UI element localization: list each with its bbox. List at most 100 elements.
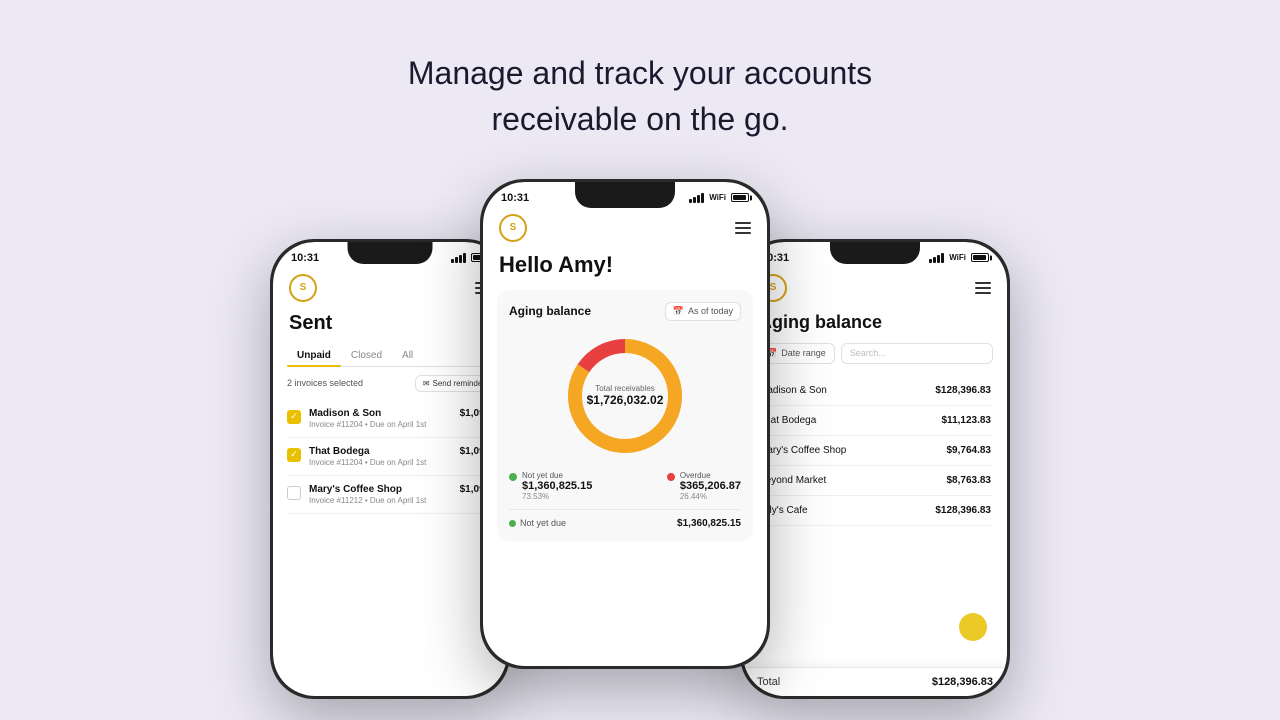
as-of-badge: 📅 As of today [665, 302, 741, 321]
reminder-icon: ✉ [423, 379, 430, 388]
greeting-text: Hello Amy! [497, 252, 753, 278]
total-bar: Total $128,396.83 [743, 667, 1007, 696]
aging-header: Aging balance 📅 As of today [509, 302, 741, 321]
left-phone: 10:31 S [270, 239, 510, 699]
invoice-info-1: Madison & Son Invoice #11204 • Due on Ap… [309, 408, 452, 429]
left-time: 10:31 [291, 252, 319, 264]
center-logo-icon: S [499, 214, 527, 242]
right-notch [830, 242, 920, 264]
legend-text-2: Overdue $365,206.87 26.44% [680, 471, 741, 501]
search-input[interactable]: Search... [841, 343, 993, 364]
right-status-icons: WiFi [929, 253, 989, 263]
search-placeholder: Search... [850, 348, 886, 358]
total-label: Total [757, 676, 780, 688]
right-app-content: S Aging balance 📅 Date range Search... [743, 266, 1007, 526]
calendar-icon: 📅 [673, 306, 684, 317]
left-logo-icon: S [289, 274, 317, 302]
invoice-info-3: Mary's Coffee Shop Invoice #11212 • Due … [309, 484, 452, 505]
center-time: 10:31 [501, 192, 529, 204]
client-amount-5: $128,396.83 [935, 505, 991, 516]
tab-unpaid[interactable]: Unpaid [287, 345, 341, 366]
balance-summary-row: Not yet due $1,360,825.15 [509, 509, 741, 529]
invoice-name-1: Madison & Son [309, 408, 452, 419]
center-logo-bar: S [497, 214, 753, 242]
invoice-item-1: Madison & Son Invoice #11204 • Due on Ap… [287, 400, 493, 438]
phones-container: 10:31 S [0, 179, 1280, 699]
left-notch [348, 242, 433, 264]
legend-dot-green [509, 473, 517, 481]
reminder-label: Send reminder [433, 379, 485, 388]
sent-title: Sent [287, 312, 493, 335]
action-bar: 2 invoices selected ✉ Send reminder [287, 375, 493, 392]
checkbox-2[interactable] [287, 448, 301, 462]
filter-row: 📅 Date range Search... [757, 343, 993, 364]
invoice-item-2: That Bodega Invoice #11204 • Due on Apri… [287, 438, 493, 476]
invoice-sub-1: Invoice #11204 • Due on April 1st [309, 420, 452, 429]
right-battery-icon [971, 253, 989, 262]
donut-label: Total receivables [587, 384, 664, 394]
gold-dot-decoration [959, 613, 987, 641]
client-amount-1: $128,396.83 [935, 385, 991, 396]
client-row-4: Beyond Market $8,763.83 [757, 466, 993, 496]
donut-chart-container: Total receivables $1,726,032.02 [509, 331, 741, 461]
invoice-item-3: Mary's Coffee Shop Invoice #11212 • Due … [287, 476, 493, 514]
headline-line2: receivable on the go. [491, 101, 788, 137]
legend-overdue: Overdue $365,206.87 26.44% [667, 471, 741, 501]
right-aging-title: Aging balance [757, 312, 993, 333]
balance-label: Not yet due [509, 518, 566, 528]
selected-count: 2 invoices selected [287, 378, 363, 388]
center-app-content: S Hello Amy! Aging balance 📅 As of today [483, 206, 767, 541]
invoice-name-2: That Bodega [309, 446, 452, 457]
legend-label-1: Not yet due [522, 471, 592, 480]
headline: Manage and track your accounts receivabl… [408, 50, 872, 143]
total-amount: $128,396.83 [932, 676, 993, 688]
donut-center: Total receivables $1,726,032.02 [587, 384, 664, 408]
client-row-1: Madison & Son $128,396.83 [757, 376, 993, 406]
invoice-sub-2: Invoice #11204 • Due on April 1st [309, 458, 452, 467]
right-logo-bar: S [757, 274, 993, 302]
invoice-name-3: Mary's Coffee Shop [309, 484, 452, 495]
tab-closed[interactable]: Closed [341, 345, 392, 366]
client-row-5: July's Cafe $128,396.83 [757, 496, 993, 526]
client-name-3: Mary's Coffee Shop [759, 445, 846, 456]
client-amount-3: $9,764.83 [947, 445, 992, 456]
client-row-2: That Bodega $11,123.83 [757, 406, 993, 436]
legend-pct-1: 73.53% [522, 492, 592, 501]
donut-amount: $1,726,032.02 [587, 393, 664, 407]
left-screen: 10:31 S [273, 242, 507, 696]
right-screen: 10:31 WiFi S [743, 242, 1007, 696]
headline-line1: Manage and track your accounts [408, 55, 872, 91]
legend-row: Not yet due $1,360,825.15 73.53% Overdue… [509, 471, 741, 501]
left-logo-bar: S [287, 274, 493, 302]
tabs-row: Unpaid Closed All [287, 345, 493, 367]
balance-label-text: Not yet due [520, 518, 566, 528]
center-phone: 10:31 WiFi S [480, 179, 770, 669]
tab-all[interactable]: All [392, 345, 423, 366]
left-app-content: S Sent Unpaid Closed All 2 invoices sele… [273, 266, 507, 514]
center-status-icons: WiFi [689, 193, 749, 203]
legend-text-1: Not yet due $1,360,825.15 73.53% [522, 471, 592, 501]
right-menu-icon[interactable] [975, 282, 991, 294]
client-amount-4: $8,763.83 [947, 475, 992, 486]
checkbox-1[interactable] [287, 410, 301, 424]
center-screen: 10:31 WiFi S [483, 182, 767, 666]
signal-bars-icon [451, 253, 466, 263]
as-of-label: As of today [688, 306, 733, 316]
right-phone: 10:31 WiFi S [740, 239, 1010, 699]
client-amount-2: $11,123.83 [942, 415, 992, 426]
client-row-3: Mary's Coffee Shop $9,764.83 [757, 436, 993, 466]
date-range-label: Date range [781, 348, 826, 358]
balance-dot-icon [509, 520, 516, 527]
center-notch [575, 182, 675, 208]
invoice-sub-3: Invoice #11212 • Due on April 1st [309, 496, 452, 505]
aging-balance-card: Aging balance 📅 As of today [497, 290, 753, 541]
legend-not-yet-due: Not yet due $1,360,825.15 73.53% [509, 471, 592, 501]
center-menu-icon[interactable] [735, 222, 751, 234]
legend-pct-2: 26.44% [680, 492, 741, 501]
legend-value-1: $1,360,825.15 [522, 480, 592, 492]
balance-amount: $1,360,825.15 [677, 518, 741, 529]
checkbox-3[interactable] [287, 486, 301, 500]
legend-label-2: Overdue [680, 471, 741, 480]
center-signal-icon [689, 193, 704, 203]
aging-balance-title: Aging balance [509, 304, 591, 318]
